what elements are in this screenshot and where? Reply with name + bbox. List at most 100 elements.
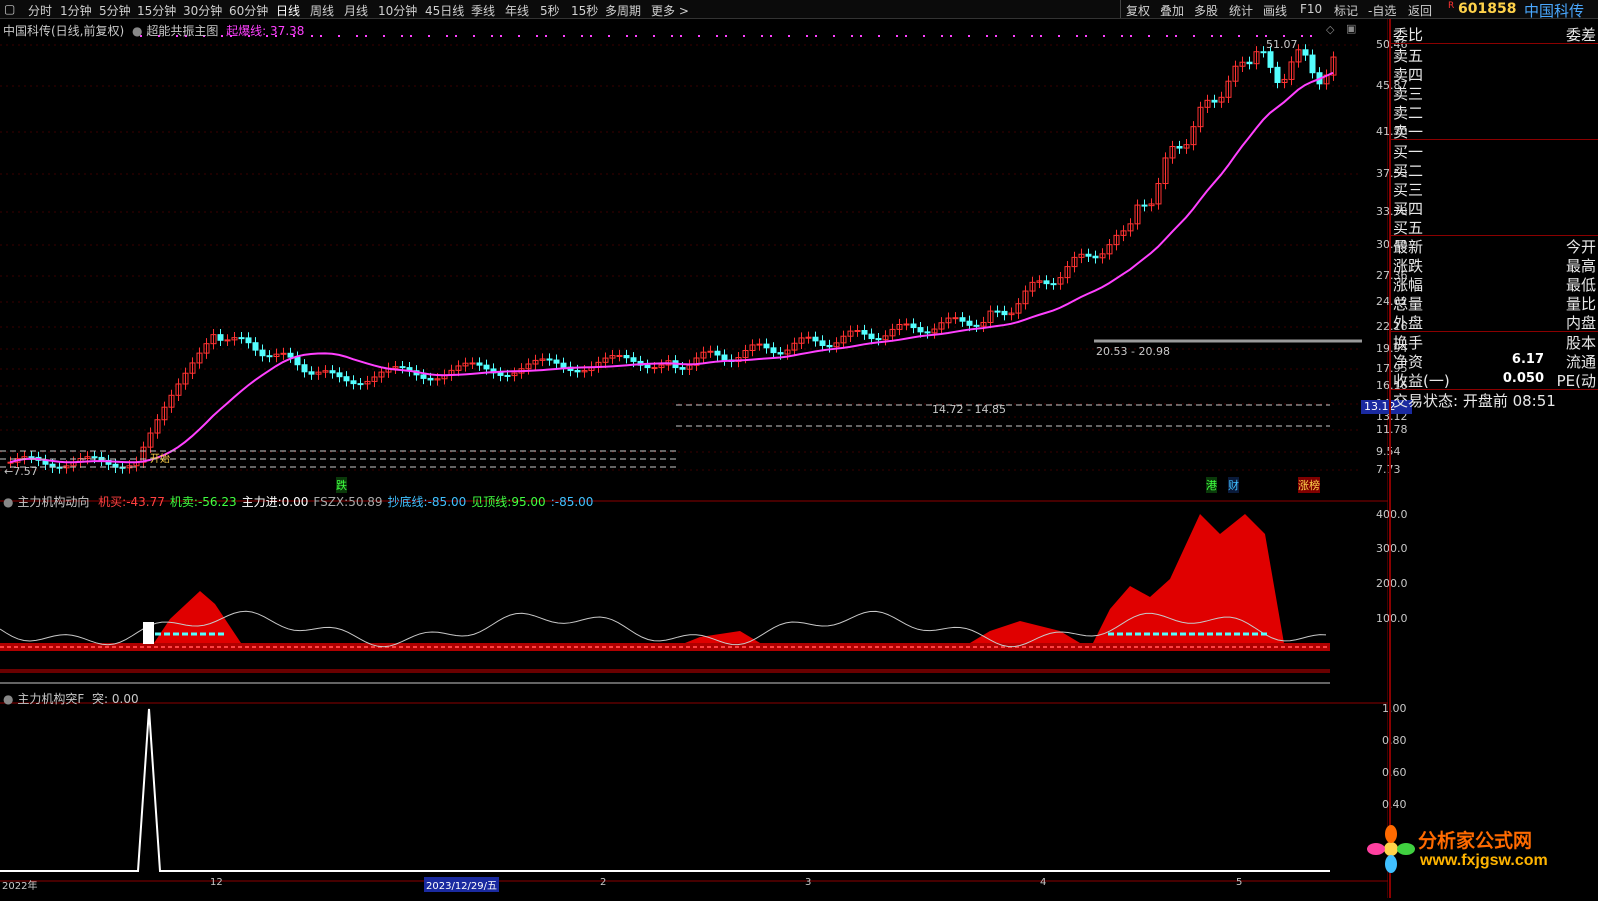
candle-body[interactable] — [805, 336, 812, 339]
tab-daily[interactable]: 日线 — [276, 2, 300, 19]
candle-body[interactable] — [301, 364, 308, 373]
candle-body[interactable] — [560, 362, 567, 368]
sub1-title[interactable]: 主力机构动向 — [17, 495, 89, 509]
candle-body[interactable] — [483, 364, 490, 370]
candle-body[interactable] — [644, 364, 651, 369]
candle-body[interactable] — [399, 366, 406, 369]
tab-45day[interactable]: 45日线 — [425, 2, 464, 19]
back-button[interactable]: 返回 — [1408, 2, 1432, 19]
candle-body[interactable] — [826, 344, 833, 348]
candle-body[interactable] — [1176, 146, 1183, 149]
candle-body[interactable] — [357, 383, 364, 386]
tab-yearly[interactable]: 年线 — [505, 2, 529, 19]
candle-body[interactable] — [294, 356, 301, 366]
candle-body[interactable] — [245, 337, 252, 344]
candle-body[interactable] — [427, 377, 434, 381]
candle-body[interactable] — [1043, 280, 1050, 285]
candle-body[interactable] — [777, 352, 784, 355]
candle-body[interactable] — [868, 333, 875, 340]
self-select-button[interactable]: -自选 — [1368, 2, 1396, 19]
tab-quarterly[interactable]: 季线 — [471, 2, 495, 19]
tab-weekly[interactable]: 周线 — [310, 2, 334, 19]
candle-body[interactable] — [756, 343, 763, 346]
tab-30min[interactable]: 30分钟 — [183, 2, 222, 19]
candle-body[interactable] — [763, 343, 770, 349]
candle-body[interactable] — [714, 350, 721, 356]
sub2-title[interactable]: 主力机构突F — [17, 692, 84, 706]
candle-body[interactable] — [1141, 204, 1148, 207]
sub2-toggle-icon[interactable]: ● — [3, 692, 13, 706]
candle-body[interactable] — [28, 456, 35, 459]
candle-body[interactable] — [420, 374, 427, 379]
candle-body[interactable] — [1246, 61, 1253, 65]
candle-body[interactable] — [903, 323, 910, 326]
candle-body[interactable] — [469, 362, 476, 365]
candle-body[interactable] — [819, 340, 826, 346]
candle-body[interactable] — [504, 374, 511, 377]
candle-body[interactable] — [910, 323, 917, 329]
candle-body[interactable] — [1260, 51, 1267, 54]
candle-body[interactable] — [1211, 99, 1218, 103]
candlesticks[interactable] — [7, 44, 1337, 474]
candle-body[interactable] — [553, 359, 560, 364]
tab-5min[interactable]: 5分钟 — [99, 2, 131, 19]
candle-body[interactable] — [1267, 51, 1274, 68]
candle-body[interactable] — [1092, 255, 1099, 259]
indicator-name[interactable]: 超能共振主图 — [146, 24, 218, 38]
tab-15min[interactable]: 15分钟 — [137, 2, 176, 19]
candle-body[interactable] — [630, 357, 637, 362]
tab-5sec[interactable]: 5秒 — [540, 2, 560, 19]
diamond-icon[interactable]: ◇ — [1326, 23, 1334, 36]
candle-body[interactable] — [1050, 283, 1057, 286]
candle-body[interactable] — [1085, 253, 1092, 257]
tab-15sec[interactable]: 15秒 — [571, 2, 598, 19]
candle-body[interactable] — [994, 310, 1001, 313]
candle-body[interactable] — [546, 358, 553, 361]
window-icon[interactable]: ▣ — [1346, 22, 1356, 35]
candle-body[interactable] — [266, 355, 273, 358]
candle-body[interactable] — [259, 349, 266, 357]
candle-body[interactable] — [959, 317, 966, 322]
candle-body[interactable] — [861, 330, 868, 335]
tab-fenshi[interactable]: 分时 — [28, 2, 52, 19]
chart-area[interactable]: 中国科传(日线,前复权) ● 超能共振主图 起爆线: 37.38 ◇ ▣ 50.… — [0, 19, 1412, 898]
candle-body[interactable] — [224, 339, 231, 342]
restore-rights-button[interactable]: 复权 — [1126, 2, 1150, 19]
tab-multi-period[interactable]: 多周期 — [605, 2, 641, 19]
multi-stock-button[interactable]: 多股 — [1194, 2, 1218, 19]
candle-body[interactable] — [497, 372, 504, 376]
candle-body[interactable] — [238, 337, 245, 340]
sub1-toggle-icon[interactable]: ● — [3, 495, 13, 509]
statistics-button[interactable]: 统计 — [1229, 2, 1253, 19]
candle-body[interactable] — [1309, 54, 1316, 74]
candle-body[interactable] — [812, 336, 819, 342]
kline-chart-svg[interactable] — [0, 19, 1389, 898]
tab-1min[interactable]: 1分钟 — [60, 2, 92, 19]
candle-body[interactable] — [329, 370, 336, 374]
draw-line-button[interactable]: 画线 — [1263, 2, 1287, 19]
candle-body[interactable] — [1302, 49, 1309, 56]
candle-body[interactable] — [1274, 66, 1281, 83]
mark-button[interactable]: 标记 — [1334, 2, 1358, 19]
tab-monthly[interactable]: 月线 — [344, 2, 368, 19]
indicator-toggle-icon[interactable]: ● — [132, 24, 142, 38]
tab-60min[interactable]: 60分钟 — [229, 2, 268, 19]
candle-body[interactable] — [252, 342, 259, 351]
overlay-button[interactable]: 叠加 — [1160, 2, 1184, 19]
candle-body[interactable] — [1001, 310, 1008, 316]
candle-body[interactable] — [875, 338, 882, 341]
f10-button[interactable]: F10 — [1300, 2, 1322, 16]
candle-body[interactable] — [966, 320, 973, 326]
tab-more[interactable]: 更多 > — [651, 2, 689, 19]
candle-body[interactable] — [952, 317, 959, 320]
candle-body[interactable] — [721, 354, 728, 361]
candle-body[interactable] — [651, 367, 658, 370]
candle-body[interactable] — [623, 355, 630, 359]
candle-body[interactable] — [616, 355, 623, 358]
candle-body[interactable] — [854, 330, 861, 333]
tab-10min[interactable]: 10分钟 — [378, 2, 417, 19]
candle-body[interactable] — [343, 376, 350, 382]
candle-body[interactable] — [91, 456, 98, 459]
candle-body[interactable] — [973, 324, 980, 327]
candle-body[interactable] — [350, 380, 357, 385]
